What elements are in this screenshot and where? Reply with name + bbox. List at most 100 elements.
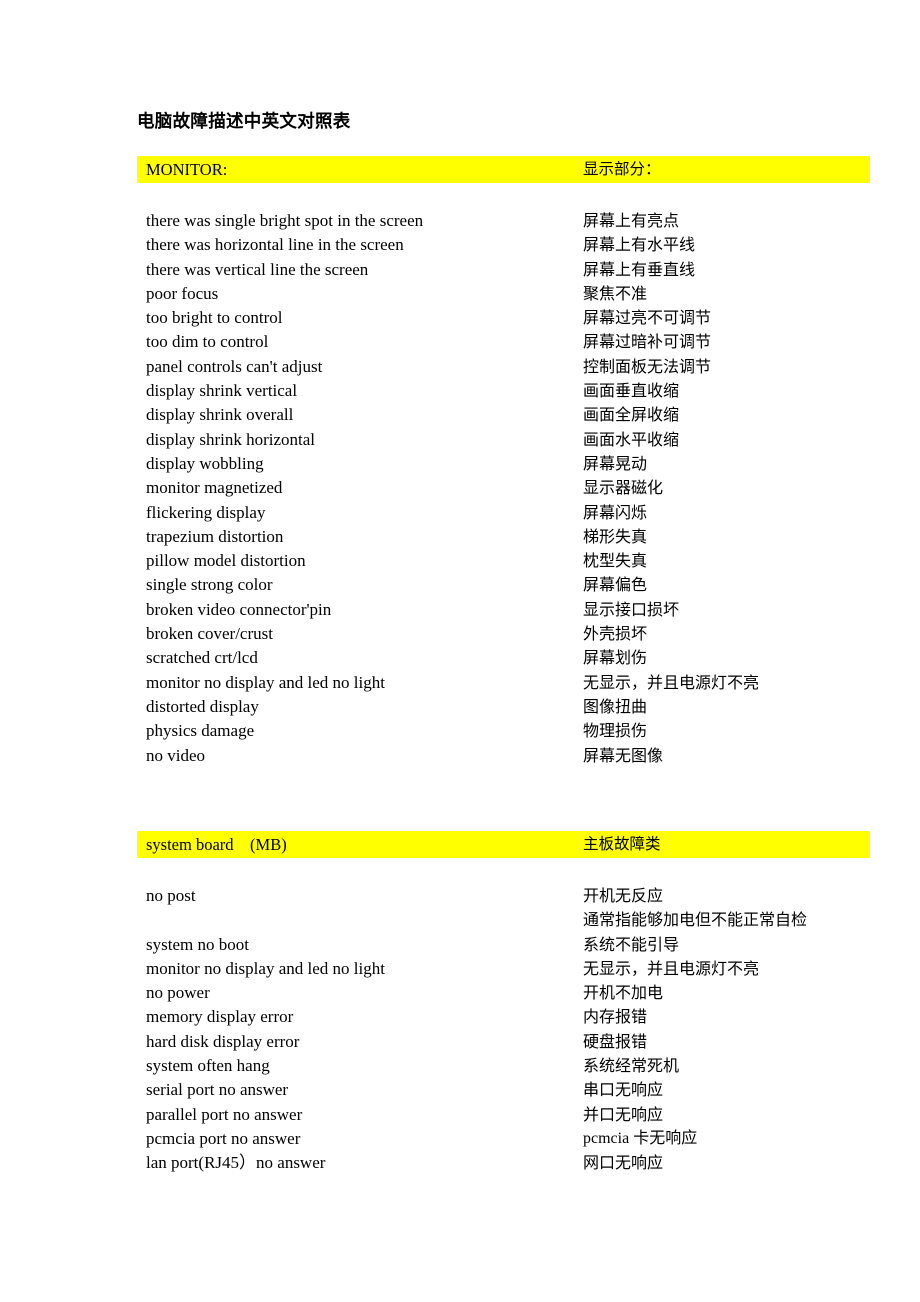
- term-english: serial port no answer: [146, 1080, 289, 1100]
- section-mainboard: system board (MB) 主板故障类 no post 开机无反应通常指能…: [137, 831, 870, 1176]
- term-chinese: 物理损伤: [583, 721, 648, 741]
- term-row: broken video connector'pin 显示接口损坏: [137, 598, 870, 622]
- term-english: trapezium distortion: [146, 526, 284, 546]
- term-english: monitor magnetized: [146, 478, 283, 498]
- term-chinese: 聚焦不准: [583, 283, 648, 303]
- term-english: there was vertical line the screen: [146, 259, 369, 279]
- term-english: there was single bright spot in the scre…: [146, 211, 424, 230]
- term-english: display wobbling: [146, 453, 264, 473]
- section-header-english-mainboard: system board (MB): [146, 835, 287, 854]
- term-chinese: 屏幕晃动: [583, 453, 648, 473]
- term-chinese: 屏幕闪烁: [583, 502, 648, 522]
- term-row: single strong color 屏幕偏色: [137, 573, 870, 597]
- term-row: no post 开机无反应: [137, 884, 870, 908]
- term-list-mainboard: no post 开机无反应通常指能够加电但不能正常自检 system no boot…: [137, 858, 870, 1176]
- term-english: pillow model distortion: [146, 551, 306, 571]
- term-chinese: 硬盘报错: [583, 1031, 648, 1051]
- term-chinese: 画面全屏收缩: [583, 405, 680, 425]
- term-english: display shrink vertical: [146, 381, 298, 401]
- term-row: display shrink vertical 画面垂直收缩: [137, 379, 870, 403]
- term-chinese: 无显示，并且电源灯不亮: [583, 672, 760, 692]
- term-row: too dim to control 屏幕过暗补可调节: [137, 330, 870, 354]
- term-chinese: 显示器磁化: [583, 478, 664, 498]
- term-english: broken video connector'pin: [146, 599, 332, 619]
- term-row: no power 开机不加电: [137, 981, 870, 1005]
- term-row: serial port no answer 串口无响应: [137, 1078, 870, 1102]
- term-english: no post: [146, 886, 196, 905]
- term-english: scratched crt/lcd: [146, 648, 258, 668]
- term-chinese: 通常指能够加电但不能正常自检: [583, 910, 808, 930]
- term-row: panel controls can't adjust 控制面板无法调节: [137, 355, 870, 379]
- term-english: too bright to control: [146, 308, 283, 328]
- term-chinese: 内存报错: [583, 1007, 648, 1027]
- term-chinese: 开机无反应: [583, 886, 664, 905]
- term-row: pcmcia port no answer pcmcia 卡无响应: [137, 1127, 870, 1151]
- term-row: display wobbling 屏幕晃动: [137, 452, 870, 476]
- term-english: system often hang: [146, 1056, 270, 1076]
- term-chinese: 屏幕过暗补可调节: [583, 332, 712, 352]
- term-chinese: 屏幕偏色: [583, 575, 648, 595]
- term-row: monitor magnetized 显示器磁化: [137, 476, 870, 500]
- term-english: monitor no display and led no light: [146, 958, 385, 978]
- term-english: physics damage: [146, 721, 255, 741]
- term-row: display shrink overall 画面全屏收缩: [137, 403, 870, 427]
- section-header-chinese-mainboard: 主板故障类: [583, 835, 661, 853]
- section-header-band-mainboard: system board (MB) 主板故障类: [137, 831, 870, 858]
- term-row: too bright to control 屏幕过亮不可调节: [137, 306, 870, 330]
- term-english: too dim to control: [146, 332, 269, 352]
- term-english: memory display error: [146, 1007, 294, 1027]
- term-row: there was single bright spot in the scre…: [137, 209, 870, 233]
- term-english: monitor no display and led no light: [146, 672, 385, 692]
- term-row: lan port(RJ45）no answer 网口无响应: [137, 1151, 870, 1175]
- term-row: there was vertical line the screen 屏幕上有垂直…: [137, 258, 870, 282]
- term-english: lan port(RJ45）no answer: [146, 1153, 326, 1173]
- term-row: trapezium distortion 梯形失真: [137, 525, 870, 549]
- term-english: system no boot: [146, 934, 249, 954]
- term-row: monitor no display and led no light 无显示，并…: [137, 671, 870, 695]
- term-english: display shrink horizontal: [146, 429, 316, 449]
- term-chinese: 枕型失真: [583, 551, 648, 571]
- page-title: 电脑故障描述中英文对照表: [137, 111, 351, 131]
- term-chinese: 网口无响应: [583, 1153, 664, 1173]
- term-chinese: 外壳损坏: [583, 624, 648, 644]
- term-row: flickering display 屏幕闪烁: [137, 501, 870, 525]
- document-page: 电脑故障描述中英文对照表 MONITOR: 显示部分： there was si…: [0, 0, 920, 1302]
- term-row: broken cover/crust 外壳损坏: [137, 622, 870, 646]
- term-english: display shrink overall: [146, 405, 294, 425]
- term-english: poor focus: [146, 283, 219, 303]
- term-row: memory display error 内存报错: [137, 1005, 870, 1029]
- term-chinese: 屏幕划伤: [583, 648, 648, 668]
- term-chinese: pcmcia 卡无响应: [583, 1129, 698, 1147]
- term-row: 通常指能够加电但不能正常自检: [137, 908, 870, 932]
- term-chinese: 屏幕无图像: [583, 745, 664, 765]
- term-chinese: 屏幕上有水平线: [583, 235, 696, 255]
- term-chinese: 梯形失真: [583, 526, 648, 546]
- term-english: parallel port no answer: [146, 1104, 303, 1124]
- term-row: scratched crt/lcd 屏幕划伤: [137, 646, 870, 670]
- term-row: there was horizontal line in the screen 屏…: [137, 233, 870, 257]
- term-english: no power: [146, 983, 210, 1003]
- term-row: hard disk display error 硬盘报错: [137, 1030, 870, 1054]
- term-chinese: 画面垂直收缩: [583, 381, 680, 401]
- term-chinese: 并口无响应: [583, 1104, 664, 1124]
- term-row: system often hang 系统经常死机: [137, 1054, 870, 1078]
- term-chinese: 画面水平收缩: [583, 429, 680, 449]
- term-list-monitor: there was single bright spot in the scre…: [137, 183, 870, 768]
- term-chinese: 系统经常死机: [583, 1056, 680, 1076]
- term-english: broken cover/crust: [146, 624, 273, 644]
- term-row: physics damage 物理损伤: [137, 719, 870, 743]
- term-chinese: 屏幕过亮不可调节: [583, 308, 712, 328]
- term-chinese: 显示接口损坏: [583, 599, 680, 619]
- term-english: single strong color: [146, 575, 273, 595]
- term-english: no video: [146, 745, 206, 765]
- term-chinese: 开机不加电: [583, 983, 664, 1003]
- term-row: poor focus 聚焦不准: [137, 282, 870, 306]
- term-english: distorted display: [146, 696, 259, 716]
- section-header-chinese-monitor: 显示部分：: [583, 160, 661, 178]
- term-row: no video 屏幕无图像: [137, 744, 870, 768]
- term-row: parallel port no answer 并口无响应: [137, 1103, 870, 1127]
- section-monitor: MONITOR: 显示部分： there was single bright s…: [137, 156, 870, 768]
- term-row: display shrink horizontal 画面水平收缩: [137, 428, 870, 452]
- term-chinese: 无显示，并且电源灯不亮: [583, 958, 760, 978]
- term-row: pillow model distortion 枕型失真: [137, 549, 870, 573]
